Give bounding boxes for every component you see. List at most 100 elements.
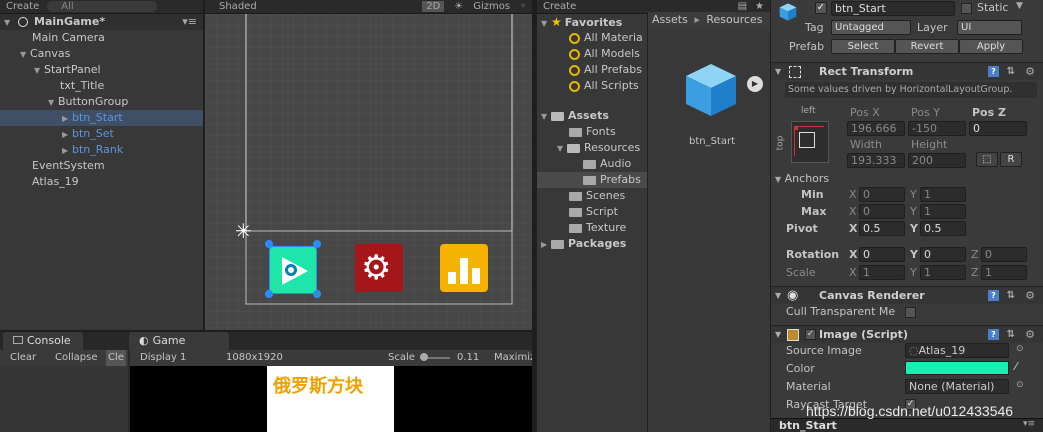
foldout-arrow-icon[interactable]: ▼ [775,63,781,81]
foldout-arrow-icon[interactable]: ▼ [775,326,781,344]
favorites-row[interactable]: ▼ ★ Favorites [537,14,647,30]
hierarchy-item[interactable]: Main Camera [0,30,203,46]
lighting-icon[interactable]: ☀ [454,1,463,12]
collapsed-arrow-icon[interactable]: ▶ [62,111,72,127]
min-y-field[interactable]: 1 [920,187,966,202]
scale-y-field[interactable]: 1 [920,265,966,280]
active-checkbox[interactable]: ✓ [815,2,827,14]
collapsed-arrow-icon[interactable]: ▶ [62,127,72,143]
hierarchy-item[interactable]: ▼ StartPanel [0,62,203,78]
hierarchy-item[interactable]: ▼ ButtonGroup [0,94,203,110]
rot-z-field[interactable]: 0 [981,247,1027,262]
rot-x-field[interactable]: 0 [859,247,905,262]
static-dropdown-icon[interactable]: ▼ [1016,1,1023,11]
display-dropdown[interactable]: Display 1 [140,350,186,366]
eyedropper-icon[interactable]: ⁄ [1015,360,1017,373]
console-clear-on-play-button[interactable]: Cle [106,350,126,366]
hierarchy-search-input[interactable]: All [47,1,158,12]
pivot-y-field[interactable]: 0.5 [920,221,966,236]
resolution-dropdown[interactable]: 1080x1920 [226,350,283,366]
material-field[interactable]: None (Material) [905,379,1009,394]
cull-checkbox[interactable] [905,307,916,318]
image-script-header[interactable]: ▼ ✓ Image (Script) ? ⇅ ⚙ [771,325,1043,343]
preset-icon[interactable]: ⇅ [1007,326,1015,344]
footer-menu-icon[interactable]: ▾≡ [1023,419,1035,429]
assets-row[interactable]: ▼ Assets [537,108,647,124]
prefab-revert-button[interactable]: Revert [895,39,959,54]
expand-arrow-icon[interactable]: ▼ [48,95,58,111]
filter-icon[interactable]: ▤ [738,1,747,12]
collapse-arrow-icon[interactable]: ▼ [4,15,14,31]
posz-field[interactable]: 0 [969,121,1027,136]
favorite-star-icon[interactable]: ★ [755,1,764,12]
favorite-item[interactable]: All Scripts [537,78,647,94]
packages-row[interactable]: ▶ Packages [537,236,647,252]
favorite-item[interactable]: All Materia [537,30,647,46]
blueprint-mode-button[interactable]: ⬚ [976,152,998,167]
pivot-gizmo-icon[interactable]: ✳ [235,221,252,241]
breadcrumb-resources[interactable]: Resources [706,13,762,26]
prefab-asset[interactable]: ▶ btn_Start [677,60,763,155]
hierarchy-create-button[interactable]: Create [6,1,39,12]
object-name-field[interactable]: btn_Start [831,1,955,16]
width-field[interactable]: 193.333 [847,153,905,168]
preset-icon[interactable]: ⇅ [1007,287,1015,305]
object-picker-icon[interactable]: ⊙ [1016,380,1024,390]
folder-item-selected[interactable]: Prefabs [537,172,647,188]
pivot-x-field[interactable]: 0.5 [859,221,905,236]
selection-handle[interactable] [265,290,273,298]
btn-set-sprite[interactable]: ⚙ [355,244,403,292]
settings-gear-icon[interactable]: ⚙ [1025,287,1035,305]
hierarchy-item-selected[interactable]: ▶ btn_Start [0,110,203,126]
favorite-item[interactable]: All Prefabs [537,62,647,78]
2d-toggle[interactable]: 2D [422,1,445,12]
console-clear-button[interactable]: Clear [10,350,36,366]
selection-handle[interactable] [313,240,321,248]
gizmos-dropdown[interactable]: Gizmos [473,1,510,12]
rot-y-field[interactable]: 0 [920,247,966,262]
canvas-renderer-header[interactable]: ▼ ◉ Canvas Renderer ? ⇅ ⚙ [771,286,1043,304]
image-enabled-checkbox[interactable]: ✓ [805,329,816,340]
maximize-on-play-toggle[interactable]: Maximiz [494,350,532,366]
folder-item[interactable]: Audio [537,156,647,172]
color-swatch[interactable] [905,361,1009,375]
max-y-field[interactable]: 1 [920,204,966,219]
raw-edit-button[interactable]: R [1000,152,1022,167]
posy-field[interactable]: -150 [908,121,966,136]
console-collapse-button[interactable]: Collapse [55,350,98,366]
object-picker-icon[interactable]: ⊙ [1016,344,1024,354]
scene-menu-icon[interactable]: ▾≡ [182,14,197,30]
prefab-apply-button[interactable]: Apply [959,39,1023,54]
breadcrumb-assets[interactable]: Assets [652,13,688,26]
help-icon[interactable]: ? [988,329,999,340]
collapsed-arrow-icon[interactable]: ▶ [62,143,72,159]
help-icon[interactable]: ? [988,290,999,301]
hierarchy-item[interactable]: txt_Title [0,78,203,94]
selection-handle[interactable] [265,240,273,248]
folder-item[interactable]: Fonts [537,124,647,140]
hierarchy-item[interactable]: EventSystem [0,158,203,174]
anchor-preset-button[interactable] [791,121,829,163]
help-icon[interactable]: ? [988,66,999,77]
hierarchy-item[interactable]: ▼ Canvas [0,46,203,62]
tab-console[interactable]: Console [3,332,83,350]
console-log-area[interactable] [0,366,128,432]
scale-z-field[interactable]: 1 [981,265,1027,280]
folder-item[interactable]: ▼ Resources [537,140,647,156]
shading-mode-dropdown[interactable]: Shaded [219,1,257,12]
settings-gear-icon[interactable]: ⚙ [1025,63,1035,81]
selection-handle[interactable] [313,290,321,298]
rect-transform-header[interactable]: ▼ Rect Transform ? ⇅ ⚙ [771,62,1043,80]
foldout-arrow-icon[interactable]: ▼ [775,287,781,305]
btn-start-sprite[interactable] [269,246,317,294]
tab-game[interactable]: ◐ Game [129,332,229,350]
favorite-item[interactable]: All Models [537,46,647,62]
game-viewport[interactable]: 俄罗斯方块 [130,366,532,432]
hierarchy-item[interactable]: Atlas_19 [0,174,203,190]
hierarchy-item[interactable]: ▶ btn_Set [0,126,203,142]
folder-item[interactable]: Texture [537,220,647,236]
expand-arrow-icon[interactable]: ▼ [34,63,44,79]
expand-arrow-icon[interactable]: ▼ [20,47,30,63]
prefab-select-button[interactable]: Select [831,39,895,54]
folder-item[interactable]: Scenes [537,188,647,204]
